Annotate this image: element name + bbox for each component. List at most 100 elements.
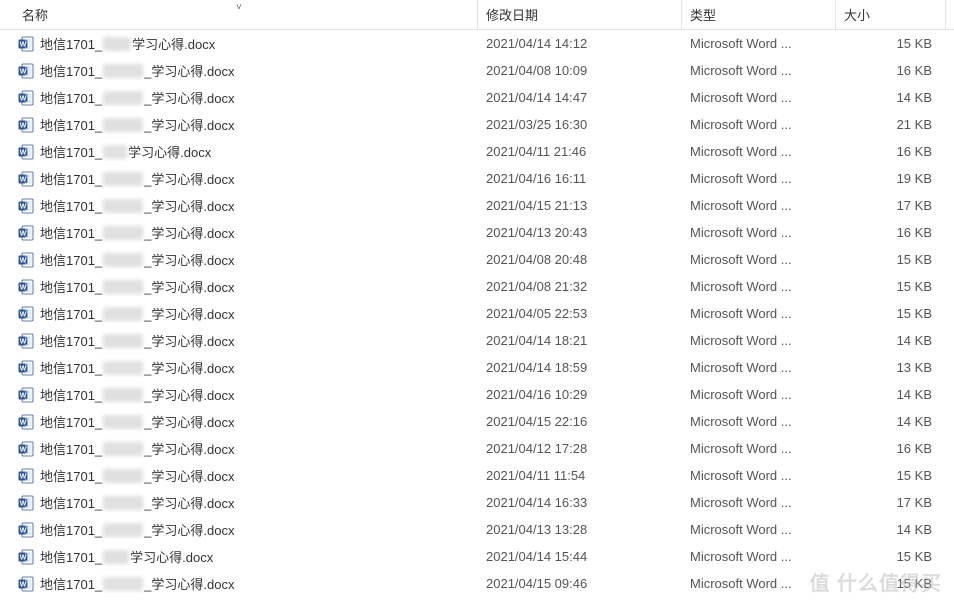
redacted-name-segment <box>103 496 143 510</box>
file-name-cell: W 地信1701__学习心得.docx <box>0 277 478 296</box>
file-size-cell: 14 KB <box>836 90 946 105</box>
file-row[interactable]: W 地信1701__学习心得.docx2021/04/14 14:47Micro… <box>0 84 954 111</box>
file-name: 地信1701__学习心得.docx <box>40 88 234 107</box>
file-row[interactable]: W 地信1701__学习心得.docx2021/04/08 20:48Micro… <box>0 246 954 273</box>
file-name-cell: W 地信1701__学习心得.docx <box>0 223 478 242</box>
column-header-size[interactable]: 大小 <box>836 0 946 29</box>
file-row[interactable]: W 地信1701__学习心得.docx2021/04/14 16:33Micro… <box>0 489 954 516</box>
file-name-cell: W 地信1701__学习心得.docx <box>0 466 478 485</box>
file-row[interactable]: W 地信1701__学习心得.docx2021/04/13 20:43Micro… <box>0 219 954 246</box>
file-name-suffix: _学习心得.docx <box>144 466 234 485</box>
file-row[interactable]: W 地信1701__学习心得.docx2021/04/08 10:09Micro… <box>0 57 954 84</box>
file-name: 地信1701__学习心得.docx <box>40 574 234 593</box>
file-date-cell: 2021/04/15 21:13 <box>478 198 682 213</box>
file-name-cell: W 地信1701__学习心得.docx <box>0 385 478 404</box>
file-type-cell: Microsoft Word ... <box>682 333 836 348</box>
file-name-suffix: _学习心得.docx <box>144 277 234 296</box>
file-name-cell: W 地信1701_ 学习心得.docx <box>0 142 478 161</box>
file-name: 地信1701__学习心得.docx <box>40 196 234 215</box>
file-rows-container: W 地信1701_学习心得.docx2021/04/14 14:12Micros… <box>0 30 954 597</box>
file-row[interactable]: W 地信1701__学习心得.docx2021/04/15 21:13Micro… <box>0 192 954 219</box>
file-size-cell: 15 KB <box>836 306 946 321</box>
file-row[interactable]: W 地信1701__学习心得.docx2021/04/14 18:21Micro… <box>0 327 954 354</box>
file-name-suffix: _学习心得.docx <box>144 250 234 269</box>
file-name-suffix: 学习心得.docx <box>128 142 211 161</box>
file-name-prefix: 地信1701_ <box>40 304 102 323</box>
file-name: 地信1701__学习心得.docx <box>40 466 234 485</box>
file-name: 地信1701__学习心得.docx <box>40 169 234 188</box>
file-name-prefix: 地信1701_ <box>40 574 102 593</box>
file-row[interactable]: W 地信1701__学习心得.docx2021/04/14 18:59Micro… <box>0 354 954 381</box>
file-row[interactable]: W 地信1701__学习心得.docx2021/04/12 17:28Micro… <box>0 435 954 462</box>
column-header-name[interactable]: 名称 ˅ <box>0 0 478 29</box>
file-row[interactable]: W 地信1701__学习心得.docx2021/04/11 11:54Micro… <box>0 462 954 489</box>
sort-indicator-icon: ˅ <box>236 2 242 13</box>
file-type-cell: Microsoft Word ... <box>682 90 836 105</box>
file-type-cell: Microsoft Word ... <box>682 522 836 537</box>
file-size-cell: 16 KB <box>836 441 946 456</box>
redacted-name-segment <box>103 361 143 375</box>
word-document-icon: W <box>18 279 34 295</box>
word-document-icon: W <box>18 495 34 511</box>
file-type-cell: Microsoft Word ... <box>682 36 836 51</box>
file-row[interactable]: W 地信1701_学习心得.docx2021/04/11 21:46Micros… <box>0 138 954 165</box>
word-document-icon: W <box>18 36 34 52</box>
file-date-cell: 2021/04/16 16:11 <box>478 171 682 186</box>
column-header-type-label: 类型 <box>690 5 716 24</box>
file-name-prefix: 地信1701_ <box>40 385 102 404</box>
svg-text:W: W <box>20 149 27 156</box>
file-name-prefix: 地信1701_ <box>40 61 102 80</box>
word-document-icon: W <box>18 441 34 457</box>
file-name-cell: W 地信1701__学习心得.docx <box>0 574 478 593</box>
redacted-name-segment <box>103 334 143 348</box>
file-row[interactable]: W 地信1701__学习心得.docx2021/04/16 10:29Micro… <box>0 381 954 408</box>
file-row[interactable]: W 地信1701_学习心得.docx2021/04/14 15:44Micros… <box>0 543 954 570</box>
column-header-type[interactable]: 类型 <box>682 0 836 29</box>
svg-text:W: W <box>20 257 27 264</box>
redacted-name-segment <box>103 172 143 186</box>
word-document-icon: W <box>18 387 34 403</box>
file-row[interactable]: W 地信1701__学习心得.docx2021/04/05 22:53Micro… <box>0 300 954 327</box>
file-row[interactable]: W 地信1701__学习心得.docx2021/04/16 16:11Micro… <box>0 165 954 192</box>
file-name-prefix: 地信1701_ <box>40 142 102 161</box>
file-type-cell: Microsoft Word ... <box>682 198 836 213</box>
redacted-name-segment <box>103 199 143 213</box>
file-row[interactable]: W 地信1701__学习心得.docx2021/04/15 22:16Micro… <box>0 408 954 435</box>
column-header-date[interactable]: 修改日期 <box>478 0 682 29</box>
file-size-cell: 15 KB <box>836 252 946 267</box>
file-row[interactable]: W 地信1701__学习心得.docx2021/04/13 13:28Micro… <box>0 516 954 543</box>
file-row[interactable]: W 地信1701__学习心得.docx2021/04/08 21:32Micro… <box>0 273 954 300</box>
file-type-cell: Microsoft Word ... <box>682 387 836 402</box>
file-name: 地信1701_学习心得.docx <box>40 34 215 53</box>
file-name-prefix: 地信1701_ <box>40 115 102 134</box>
file-row[interactable]: W 地信1701_学习心得.docx2021/04/14 14:12Micros… <box>0 30 954 57</box>
redacted-name-segment <box>103 415 143 429</box>
file-name-suffix: _学习心得.docx <box>144 493 234 512</box>
file-name-cell: W 地信1701__学习心得.docx <box>0 115 478 134</box>
redacted-name-segment <box>103 280 143 294</box>
file-date-cell: 2021/04/05 22:53 <box>478 306 682 321</box>
file-row[interactable]: W 地信1701__学习心得.docx2021/04/15 09:46Micro… <box>0 570 954 597</box>
svg-text:W: W <box>20 311 27 318</box>
file-row[interactable]: W 地信1701__学习心得.docx2021/03/25 16:30Micro… <box>0 111 954 138</box>
file-name-cell: W 地信1701_学习心得.docx <box>0 34 478 53</box>
column-header-date-label: 修改日期 <box>486 5 538 24</box>
file-size-cell: 14 KB <box>836 387 946 402</box>
file-name-suffix: _学习心得.docx <box>144 61 234 80</box>
file-name-suffix: 学习心得.docx <box>130 547 213 566</box>
svg-text:W: W <box>20 365 27 372</box>
file-date-cell: 2021/04/11 21:46 <box>478 144 682 159</box>
file-name-suffix: _学习心得.docx <box>144 412 234 431</box>
file-name-suffix: 学习心得.docx <box>132 34 215 53</box>
file-size-cell: 17 KB <box>836 198 946 213</box>
file-date-cell: 2021/04/14 14:47 <box>478 90 682 105</box>
file-size-cell: 14 KB <box>836 522 946 537</box>
file-name-suffix: _学习心得.docx <box>144 439 234 458</box>
file-name-cell: W 地信1701__学习心得.docx <box>0 169 478 188</box>
file-size-cell: 16 KB <box>836 225 946 240</box>
redacted-name-segment <box>103 145 127 159</box>
file-date-cell: 2021/03/25 16:30 <box>478 117 682 132</box>
file-type-cell: Microsoft Word ... <box>682 468 836 483</box>
file-type-cell: Microsoft Word ... <box>682 225 836 240</box>
redacted-name-segment <box>103 577 143 591</box>
